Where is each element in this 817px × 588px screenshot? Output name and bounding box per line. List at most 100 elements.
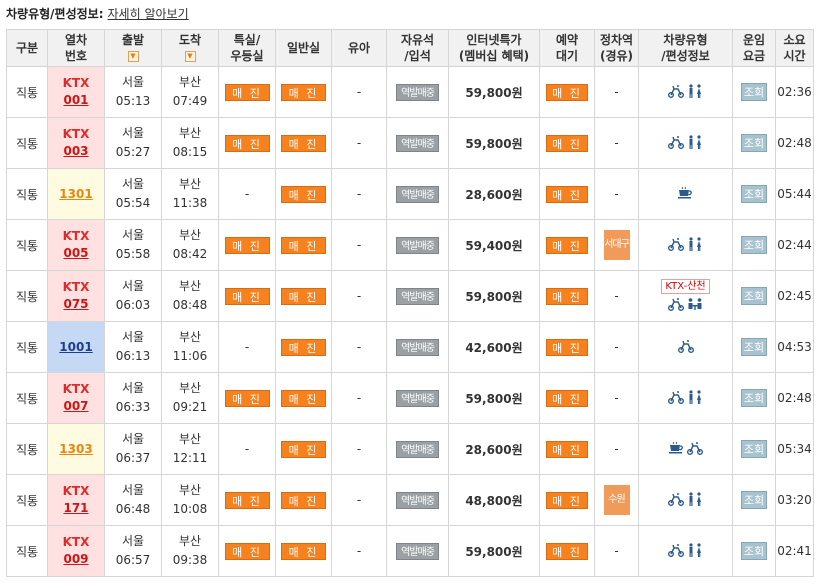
vehicle-cell bbox=[638, 168, 733, 220]
sold-out-button[interactable]: 매 진 bbox=[546, 134, 588, 152]
restroom-icon bbox=[689, 491, 701, 506]
col-arrival[interactable]: 도착 ▼ bbox=[161, 29, 219, 67]
train-number-link[interactable]: 007 bbox=[63, 399, 88, 413]
col-vehicle: 차량유형/편성정보 bbox=[638, 29, 733, 67]
train-number-link[interactable]: 171 bbox=[63, 501, 88, 515]
stop-station-badge[interactable]: 서대구 bbox=[603, 230, 630, 260]
arrival-cell: 부산 09:38 bbox=[161, 525, 219, 577]
special-sold-out-button[interactable]: 매 진 bbox=[224, 287, 270, 305]
train-number-link[interactable]: 009 bbox=[63, 552, 88, 566]
reserve-wait-cell: 매 진 bbox=[539, 423, 595, 475]
vehicle-icons bbox=[668, 83, 703, 98]
special-sold-out-button[interactable]: 매 진 bbox=[224, 83, 270, 101]
sold-out-button[interactable]: 매 진 bbox=[546, 542, 588, 560]
special-sold-out-button[interactable]: 매 진 bbox=[224, 389, 270, 407]
sort-down-icon[interactable]: ▼ bbox=[184, 51, 196, 62]
vehicle-cell bbox=[638, 321, 733, 373]
sold-out-button[interactable]: 매 진 bbox=[546, 287, 588, 305]
details-link[interactable]: 자세히 알아보기 bbox=[108, 7, 189, 21]
free-seat-cell: 역발매중 bbox=[386, 474, 449, 526]
stop-empty: - bbox=[614, 136, 619, 150]
fare-view-button[interactable]: 조회 bbox=[741, 236, 767, 254]
stop-cell: - bbox=[594, 321, 639, 373]
general-sold-out-button[interactable]: 매 진 bbox=[281, 83, 326, 101]
station-sale-badge: 역발매중 bbox=[396, 236, 439, 254]
train-number-cell: KTX 007 bbox=[47, 372, 105, 424]
type-cell: 직통 bbox=[6, 372, 48, 424]
info-label: 차량유형/편성정보: bbox=[6, 7, 104, 21]
train-number-link[interactable]: 1301 bbox=[59, 187, 92, 201]
general-sold-out-button[interactable]: 매 진 bbox=[281, 440, 326, 458]
fare-view-button[interactable]: 조회 bbox=[741, 389, 767, 407]
reserve-wait-cell: 매 진 bbox=[539, 321, 595, 373]
fare-view-button[interactable]: 조회 bbox=[741, 542, 767, 560]
fare-view-button[interactable]: 조회 bbox=[741, 185, 767, 203]
col-departure[interactable]: 출발 ▼ bbox=[104, 29, 162, 67]
general-sold-out-button[interactable]: 매 진 bbox=[281, 236, 326, 254]
general-sold-out-button[interactable]: 매 진 bbox=[281, 491, 326, 509]
departure-cell: 서울 05:54 bbox=[104, 168, 162, 220]
station-sale-badge: 역발매중 bbox=[396, 542, 439, 560]
general-sold-out-button[interactable]: 매 진 bbox=[281, 287, 326, 305]
internet-price-cell: 59,400원 bbox=[448, 219, 540, 271]
fare-view-button[interactable]: 조회 bbox=[741, 440, 767, 458]
table-row-5: 직통 KTX 075 서울 06:03 부산 08:48 매 진 매 진 - 역발매중… bbox=[6, 270, 814, 322]
special-sold-out-button[interactable]: 매 진 bbox=[224, 134, 270, 152]
col-internet-price: 인터넷특가 (멤버십 혜택) bbox=[448, 29, 540, 67]
sold-out-button[interactable]: 매 진 bbox=[546, 83, 588, 101]
general-sold-out-button[interactable]: 매 진 bbox=[281, 338, 326, 356]
sort-down-icon[interactable]: ▼ bbox=[127, 51, 139, 62]
train-number-link[interactable]: 075 bbox=[63, 297, 88, 311]
stop-empty: - bbox=[614, 289, 619, 303]
fare-view-button[interactable]: 조회 bbox=[741, 134, 767, 152]
sold-out-button[interactable]: 매 진 bbox=[546, 389, 588, 407]
stop-station-badge[interactable]: 수원 bbox=[603, 485, 630, 515]
sold-out-button[interactable]: 매 진 bbox=[546, 338, 588, 356]
stop-cell: 서대구 bbox=[594, 219, 639, 271]
train-number-link[interactable]: 1303 bbox=[59, 442, 92, 456]
fare-view-button[interactable]: 조회 bbox=[741, 287, 767, 305]
sold-out-button[interactable]: 매 진 bbox=[546, 185, 588, 203]
general-sold-out-button[interactable]: 매 진 bbox=[281, 134, 326, 152]
col-train-number: 열차 번호 bbox=[47, 29, 105, 67]
stop-empty: - bbox=[614, 85, 619, 99]
general-seat-cell: 매 진 bbox=[275, 372, 332, 424]
stop-cell: - bbox=[594, 525, 639, 577]
internet-price-cell: 48,800원 bbox=[448, 474, 540, 526]
general-sold-out-button[interactable]: 매 진 bbox=[281, 389, 326, 407]
general-sold-out-button[interactable]: 매 진 bbox=[281, 542, 326, 560]
vehicle-icons bbox=[668, 236, 703, 251]
fare-view-button[interactable]: 조회 bbox=[741, 338, 767, 356]
general-seat-cell: 매 진 bbox=[275, 525, 332, 577]
train-schedule-table: 구분 열차 번호 출발 ▼ 도착 ▼ 특실/우등실 일반실 유아 자유석/입석 인터넷… bbox=[6, 29, 814, 577]
general-sold-out-button[interactable]: 매 진 bbox=[281, 185, 326, 203]
internet-price-cell: 59,800원 bbox=[448, 270, 540, 322]
stop-cell: - bbox=[594, 117, 639, 169]
sold-out-button[interactable]: 매 진 bbox=[546, 236, 588, 254]
col-duration: 소요 시간 bbox=[775, 29, 814, 67]
fare-view-button[interactable]: 조회 bbox=[741, 491, 767, 509]
train-number-cell: KTX 009 bbox=[47, 525, 105, 577]
cafe-icon bbox=[668, 441, 683, 454]
fare-cell: 조회 bbox=[732, 168, 776, 220]
train-number-link[interactable]: 005 bbox=[63, 246, 88, 260]
fare-view-button[interactable]: 조회 bbox=[741, 83, 767, 101]
sold-out-button[interactable]: 매 진 bbox=[546, 440, 588, 458]
special-sold-out-button[interactable]: 매 진 bbox=[224, 542, 270, 560]
special-sold-out-button[interactable]: 매 진 bbox=[224, 491, 270, 509]
restroom-icon bbox=[689, 134, 701, 149]
free-seat-cell: 역발매중 bbox=[386, 270, 449, 322]
train-number-link[interactable]: 001 bbox=[63, 93, 88, 107]
general-seat-cell: 매 진 bbox=[275, 423, 332, 475]
departure-cell: 서울 06:37 bbox=[104, 423, 162, 475]
table-row-10: 직통 KTX 009 서울 06:57 부산 09:38 매 진 매 진 - 역발매중… bbox=[6, 525, 814, 577]
special-sold-out-button[interactable]: 매 진 bbox=[224, 236, 270, 254]
sold-out-button[interactable]: 매 진 bbox=[546, 491, 588, 509]
fare-cell: 조회 bbox=[732, 423, 776, 475]
train-number-link[interactable]: 003 bbox=[63, 144, 88, 158]
special-seat-cell: 매 진 bbox=[218, 525, 276, 577]
station-sale-badge: 역발매중 bbox=[396, 83, 439, 101]
vehicle-icons bbox=[668, 297, 703, 311]
table-row-2: 직통 KTX 003 서울 05:27 부산 08:15 매 진 매 진 - 역발매중… bbox=[6, 117, 814, 169]
train-number-link[interactable]: 1001 bbox=[59, 340, 92, 354]
